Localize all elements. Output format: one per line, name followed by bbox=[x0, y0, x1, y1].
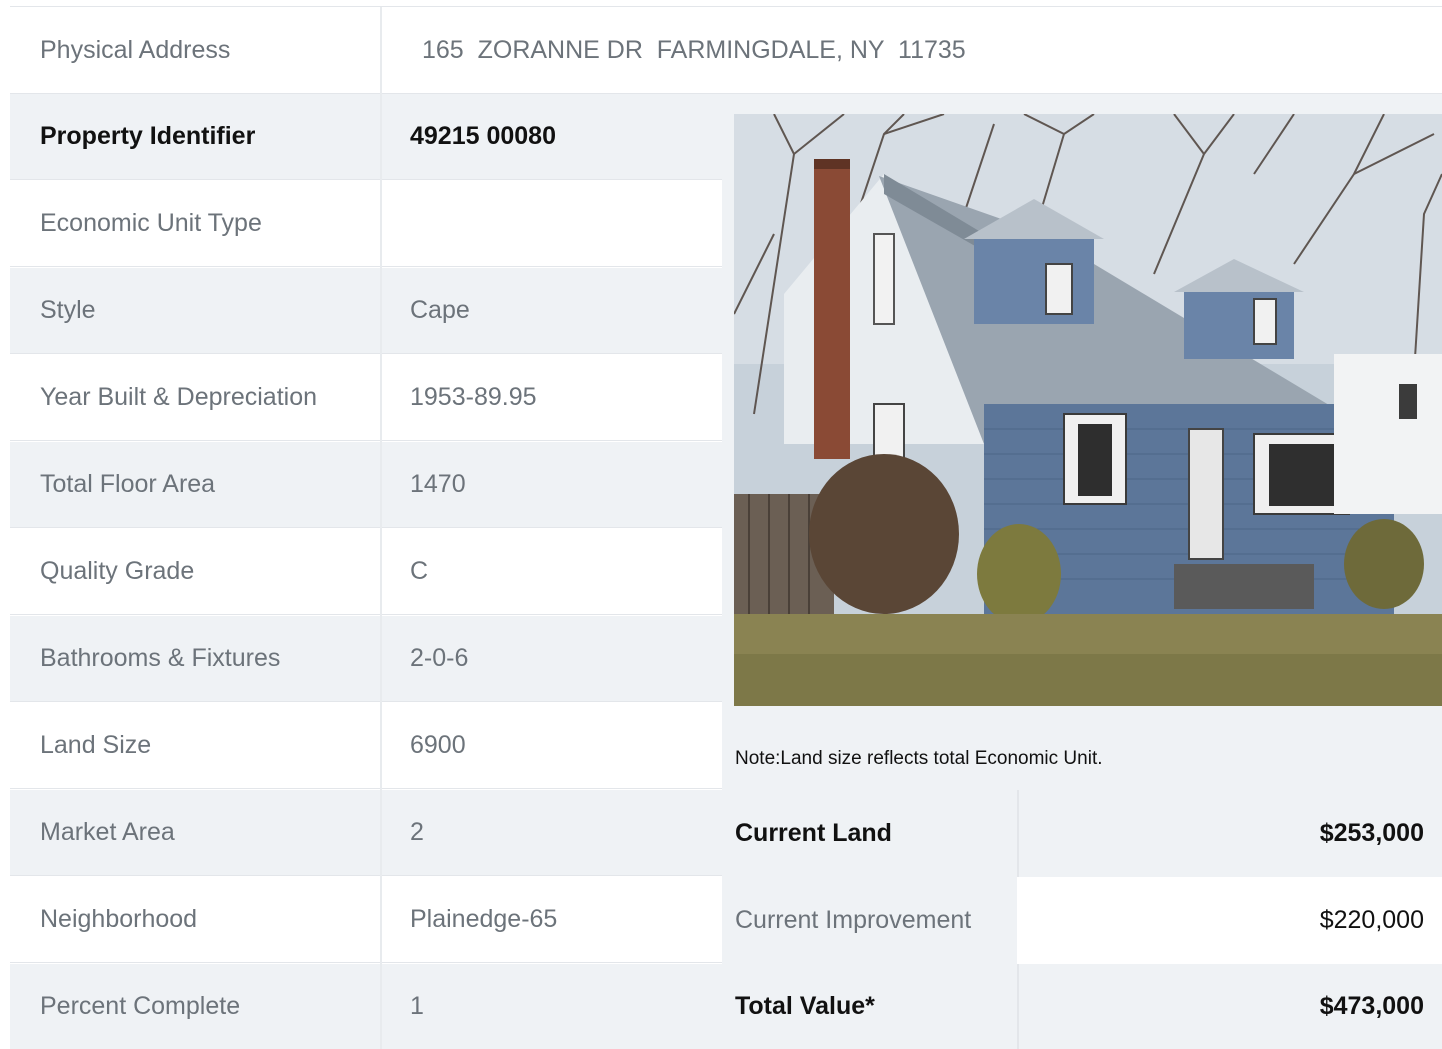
property-photo bbox=[734, 114, 1442, 706]
percent-complete-row: Percent Complete 1 bbox=[10, 964, 722, 1049]
market-area-value: 2 bbox=[410, 818, 424, 846]
property-identifier-label: Property Identifier bbox=[40, 122, 256, 150]
quality-grade-value: C bbox=[410, 557, 429, 585]
land-size-value: 6900 bbox=[410, 731, 466, 759]
physical-address-label: Physical Address bbox=[40, 35, 231, 64]
current-land-value: $253,000 bbox=[1017, 790, 1442, 877]
current-land-row: Current Land $253,000 bbox=[722, 790, 1442, 877]
current-improvement-label: Current Improvement bbox=[735, 906, 972, 934]
economic-unit-type-row: Economic Unit Type bbox=[10, 181, 722, 267]
neighborhood-value: Plainedge-65 bbox=[410, 905, 558, 933]
total-value-row: Total Value* $473,000 bbox=[722, 964, 1442, 1049]
percent-complete-value: 1 bbox=[410, 992, 424, 1020]
year-built-label: Year Built & Depreciation bbox=[40, 383, 318, 411]
neighborhood-label: Neighborhood bbox=[40, 905, 198, 933]
property-identifier-row: Property Identifier 49215 00080 bbox=[10, 94, 722, 180]
quality-grade-label: Quality Grade bbox=[40, 557, 195, 585]
land-size-label: Land Size bbox=[40, 731, 152, 759]
percent-complete-label: Percent Complete bbox=[40, 992, 241, 1020]
bathrooms-label: Bathrooms & Fixtures bbox=[40, 644, 281, 672]
total-floor-area-label: Total Floor Area bbox=[40, 470, 216, 498]
market-area-label: Market Area bbox=[40, 818, 175, 846]
current-improvement-value: $220,000 bbox=[1017, 877, 1442, 964]
physical-address-value: 165 ZORANNE DR FARMINGDALE, NY 11735 bbox=[422, 35, 966, 64]
neighborhood-row: Neighborhood Plainedge-65 bbox=[10, 877, 722, 963]
total-floor-area-row: Total Floor Area 1470 bbox=[10, 442, 722, 528]
land-size-note: Note:Land size reflects total Economic U… bbox=[735, 748, 1103, 769]
current-land-label: Current Land bbox=[735, 819, 892, 847]
total-value-label: Total Value* bbox=[735, 992, 875, 1020]
total-floor-area-value: 1470 bbox=[410, 470, 466, 498]
current-improvement-row: Current Improvement $220,000 bbox=[722, 877, 1442, 964]
house-photo-illustration bbox=[734, 114, 1442, 706]
column-divider bbox=[380, 7, 382, 1049]
total-value-value: $473,000 bbox=[1017, 964, 1442, 1049]
year-built-value: 1953-89.95 bbox=[410, 383, 537, 411]
economic-unit-type-label: Economic Unit Type bbox=[40, 209, 262, 237]
right-panel: Note:Land size reflects total Economic U… bbox=[722, 94, 1442, 1049]
market-area-row: Market Area 2 bbox=[10, 790, 722, 876]
quality-grade-row: Quality Grade C bbox=[10, 529, 722, 615]
physical-address-row: Physical Address 165 ZORANNE DR FARMINGD… bbox=[10, 7, 1442, 94]
year-built-row: Year Built & Depreciation 1953-89.95 bbox=[10, 355, 722, 441]
bathrooms-value: 2-0-6 bbox=[410, 644, 469, 672]
property-identifier-value: 49215 00080 bbox=[410, 122, 556, 150]
land-size-row: Land Size 6900 bbox=[10, 703, 722, 789]
style-row: Style Cape bbox=[10, 268, 722, 354]
style-label: Style bbox=[40, 296, 96, 324]
bathrooms-row: Bathrooms & Fixtures 2-0-6 bbox=[10, 616, 722, 702]
style-value: Cape bbox=[410, 296, 470, 324]
